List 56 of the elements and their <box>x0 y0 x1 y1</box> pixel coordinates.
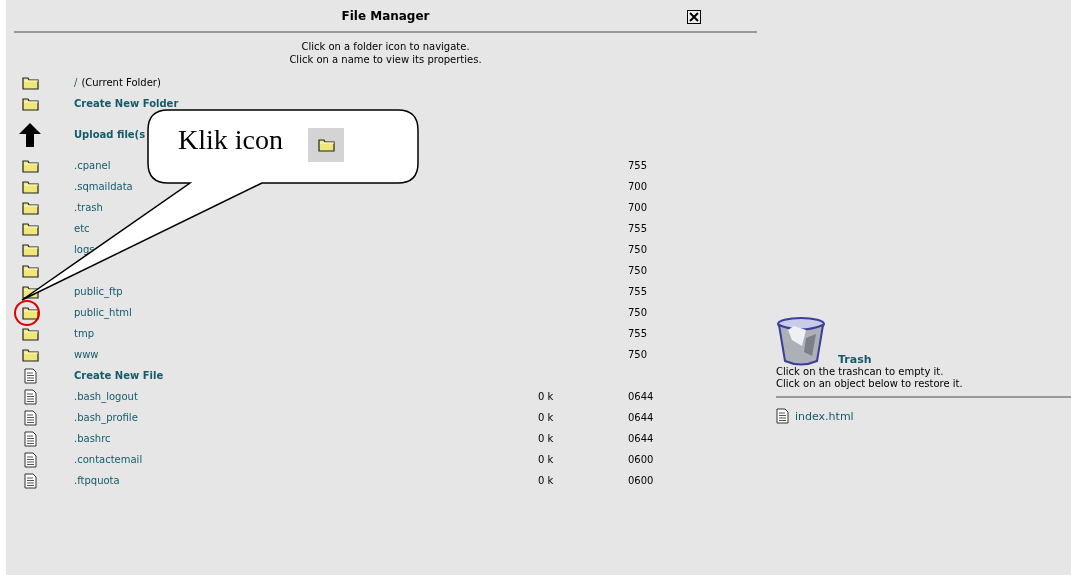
permissions-text: 755 <box>628 160 648 171</box>
size-text: 0 k <box>538 475 554 486</box>
permissions-text: 750 <box>628 244 648 255</box>
instruction-text: Click on a folder icon to navigate. <box>300 40 471 53</box>
permissions-text: 700 <box>628 202 648 213</box>
file-link[interactable]: tmp <box>74 328 94 339</box>
file-link[interactable]: / <box>74 77 78 88</box>
file-link[interactable]: public_html <box>74 307 132 318</box>
file-link[interactable]: .bash_logout <box>74 391 138 402</box>
file-link[interactable]: .bashrc <box>74 433 111 444</box>
permissions-text: 750 <box>628 349 648 360</box>
size-text: 0 k <box>538 433 554 444</box>
permissions-text: 0644 <box>628 391 654 402</box>
document-icon[interactable] <box>23 472 37 489</box>
instruction-text: Click on a name to view its properties. <box>288 53 483 66</box>
callout-text: Klik icon <box>178 124 283 156</box>
permissions-text: 0600 <box>628 475 654 486</box>
document-icon[interactable] <box>23 367 37 384</box>
permissions-text: 755 <box>628 223 648 234</box>
file-link[interactable]: Upload file(s <box>74 129 146 140</box>
file-link[interactable]: Create New Folder <box>74 98 179 109</box>
document-icon[interactable] <box>23 451 37 468</box>
size-text: 0 k <box>538 391 554 402</box>
trash-can-icon[interactable] <box>776 316 826 366</box>
document-icon[interactable] <box>23 409 37 426</box>
file-link[interactable]: Create New File <box>74 370 164 381</box>
permissions-text: 750 <box>628 265 648 276</box>
trash-instruction: Click on the trashcan to empty it. <box>776 366 945 378</box>
permissions-text: 755 <box>628 328 648 339</box>
permissions-text: 0644 <box>628 433 654 444</box>
file-link[interactable]: www <box>74 349 99 360</box>
trash-item-link[interactable]: index.html <box>795 409 854 423</box>
document-icon[interactable] <box>776 408 789 424</box>
file-link[interactable]: .cpanel <box>74 160 111 171</box>
close-button[interactable] <box>687 10 701 27</box>
folder-note: (Current Folder) <box>81 77 161 88</box>
file-link[interactable]: .trash <box>74 202 103 213</box>
permissions-text: 750 <box>628 307 648 318</box>
trash-instruction: Click on an object below to restore it. <box>776 378 964 390</box>
permissions-text: 700 <box>628 181 648 192</box>
size-text: 0 k <box>538 412 554 423</box>
document-icon[interactable] <box>23 430 37 447</box>
permissions-text: 0600 <box>628 454 654 465</box>
window-title: File Manager <box>341 8 430 23</box>
file-link[interactable]: .bash_profile <box>74 412 138 423</box>
file-link[interactable]: .contactemail <box>74 454 143 465</box>
file-link[interactable]: public_ftp <box>74 286 123 297</box>
file-link[interactable]: .ftpquota <box>74 475 120 486</box>
size-text: 0 k <box>538 454 554 465</box>
permissions-text: 0644 <box>628 412 654 423</box>
permissions-text: 755 <box>628 286 648 297</box>
trash-title[interactable]: Trash <box>838 353 872 366</box>
up-arrow-icon[interactable] <box>18 121 42 148</box>
file-link[interactable]: .sqmaildata <box>74 181 133 192</box>
file-link[interactable]: etc <box>74 223 90 234</box>
document-icon[interactable] <box>23 388 37 405</box>
